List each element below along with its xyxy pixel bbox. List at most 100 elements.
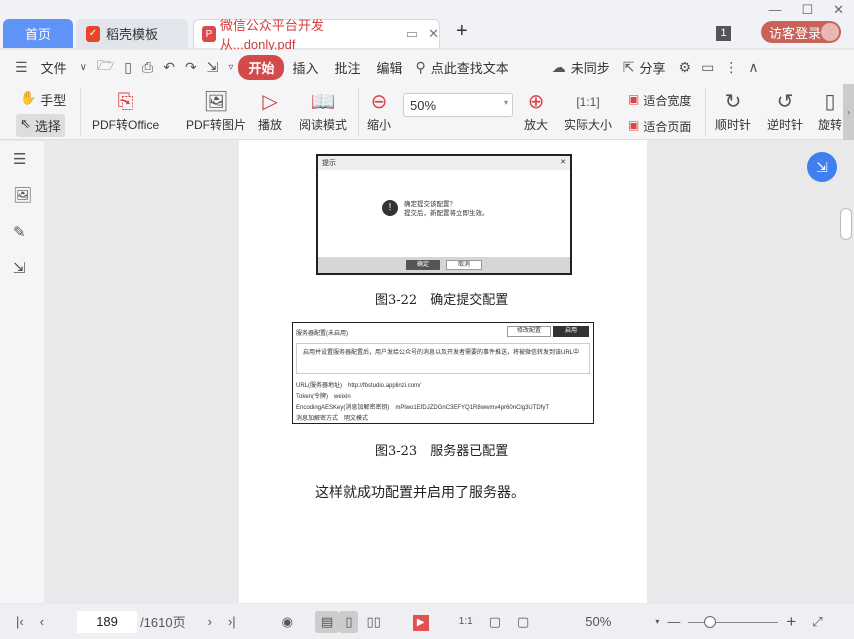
chevron-down-icon[interactable]: ∨ [75, 62, 92, 73]
select-tool[interactable]: ⇖ 选择 [16, 114, 65, 137]
play-button[interactable]: ▷ 播放 [258, 88, 282, 133]
ribbon-toolbar: ✋ 手型 ⇖ 选择 ⎘ PDF转Office 🖼 PDF转图片 ▷ 播放 📖 阅读模式 ⊖ 缩… [0, 84, 854, 140]
fit-page-icon: ▣ [628, 118, 640, 132]
comment-icon[interactable]: ▭ [696, 59, 719, 76]
zoom-out-button[interactable]: ⊖ 缩小 [367, 88, 391, 133]
hamburger-icon[interactable]: ☰ [10, 59, 33, 76]
pin-icon[interactable]: ▭ [406, 26, 418, 42]
play-icon: ▷ [262, 91, 278, 113]
tab-document[interactable]: P 微信公众平台开发从...donly.pdf ▭ ✕ [193, 18, 440, 52]
ribbon-scroll-right[interactable]: › [843, 84, 854, 140]
eye-protect-icon[interactable]: ◉ [274, 614, 301, 630]
fit-width-icon[interactable]: ▢ [509, 614, 537, 630]
collapse-icon[interactable]: ∧ [743, 59, 763, 76]
tab-label: 微信公众平台开发从...donly.pdf [219, 18, 324, 52]
continuous-view-icon[interactable]: ▤ [315, 610, 340, 633]
prev-page-icon[interactable]: ‹ [32, 614, 52, 629]
sync-status[interactable]: 未同步 [571, 58, 618, 77]
play-slideshow-icon[interactable]: ▶ [412, 614, 429, 631]
tab-insert[interactable]: 插入 [284, 58, 326, 77]
tab-template[interactable]: ✓ 稻壳模板 [76, 19, 188, 48]
export-icon[interactable]: ⇲ [202, 59, 224, 76]
share-button[interactable]: 分享 [640, 58, 674, 77]
zoom-in-button[interactable]: ⊕ 放大 [524, 88, 548, 133]
more-icon[interactable]: ⋮ [719, 59, 743, 76]
read-mode-button[interactable]: 📖 阅读模式 [299, 88, 347, 133]
tab-home[interactable]: 首页 [3, 19, 73, 48]
login-button[interactable]: 访客登录 [761, 21, 841, 43]
server-title: 服务器配置(未启用) [296, 331, 348, 337]
export-pdf-icon[interactable]: ⇲ [13, 259, 26, 277]
label: 逆时针 [767, 118, 804, 132]
zoom-slider[interactable] [688, 615, 779, 629]
search-icon[interactable]: ⚲ [411, 59, 431, 76]
fit-width-button[interactable]: ▣ 适合宽度 [628, 92, 691, 109]
pdf-to-office-button[interactable]: ⎘ PDF转Office [92, 88, 159, 133]
fullscreen-icon[interactable]: ⤢ [804, 614, 830, 630]
cloud-icon[interactable]: ☁ [547, 59, 571, 76]
fit-page-icon[interactable]: ▢ [481, 614, 509, 630]
first-page-icon[interactable]: |‹ [8, 614, 32, 629]
thumbnail-icon[interactable]: 🖼 [13, 186, 32, 204]
window-controls: — ☐ ✕ [768, 2, 844, 18]
maximize-button[interactable]: ☐ [801, 2, 813, 18]
close-window-button[interactable]: ✕ [833, 2, 844, 18]
fit-page-button[interactable]: ▣ 适合页面 [628, 118, 691, 135]
single-page-icon[interactable]: ▯ [339, 610, 359, 633]
last-page-icon[interactable]: ›| [220, 614, 244, 629]
rotate-clockwise-button[interactable]: ↻ 顺时针 [715, 88, 751, 133]
settings-icon[interactable]: ⚙ [674, 59, 697, 76]
pdf-icon: P [202, 26, 216, 42]
image-icon: 🖼 [203, 91, 229, 113]
hand-tool[interactable]: ✋ 手型 [20, 90, 66, 109]
close-tab-icon[interactable]: ✕ [428, 26, 439, 42]
window-count-badge[interactable]: 1 [716, 26, 731, 41]
tab-start[interactable]: 开始 [238, 54, 285, 80]
actual-size-icon: [1:1] [576, 95, 600, 109]
zoom-out-icon[interactable]: — [659, 614, 688, 629]
new-tab-button[interactable]: + [456, 20, 468, 43]
vertical-scrollbar[interactable] [840, 208, 852, 240]
rotate-cw-icon: ↻ [724, 91, 742, 113]
undo-icon[interactable]: ↶ [158, 59, 180, 76]
tab-edit[interactable]: 编辑 [368, 58, 410, 77]
pdf-to-image-button[interactable]: 🖼 PDF转图片 [186, 88, 246, 133]
redo-icon[interactable]: ↷ [180, 59, 202, 76]
rotate-ccw-icon: ↺ [776, 91, 794, 113]
modify-button-image: 修改配置 [507, 326, 551, 337]
tab-label: 首页 [24, 27, 51, 42]
question: 确定提交该配置？ [404, 201, 456, 208]
page-number-input[interactable]: 189 [77, 610, 138, 633]
figure-caption: 图3-23 服务器已配置 [375, 444, 509, 459]
print-icon[interactable]: ⎙ [137, 59, 158, 76]
annotation-icon[interactable]: ✎ [13, 223, 26, 241]
label: 缩小 [367, 118, 392, 132]
menu-file[interactable]: 文件 [33, 58, 75, 77]
zoom-select[interactable]: 50% ▾ [403, 93, 513, 117]
zoom-level[interactable]: 50% [585, 614, 611, 629]
zoom-slider-knob[interactable] [703, 615, 716, 628]
save-icon[interactable]: ▯ [119, 59, 137, 76]
tab-bar: 首页 ✓ 稻壳模板 P 微信公众平台开发从...donly.pdf ▭ ✕ + 1 访客… [0, 0, 854, 52]
more-dropdown-icon[interactable]: ▿ [223, 62, 238, 73]
floating-convert-button[interactable]: ⇲ [807, 152, 837, 182]
rotate-counter-button[interactable]: ↺ 逆时针 [767, 88, 803, 133]
outline-icon[interactable]: ☰ [13, 150, 26, 168]
rotate-button[interactable]: ▯ 旋转 [818, 88, 842, 133]
actual-size-icon[interactable]: 1:1 [451, 616, 481, 627]
open-icon[interactable]: 🗁 [92, 55, 119, 79]
ok-button-image: 确定 [406, 260, 440, 270]
next-page-icon[interactable]: › [200, 614, 220, 629]
zoom-out-icon: ⊖ [370, 91, 388, 113]
actual-size-button[interactable]: [1:1] 实际大小 [564, 88, 612, 133]
search-text-button[interactable]: 点此查找文本 [431, 58, 517, 77]
avatar [821, 23, 839, 41]
share-icon[interactable]: ⇱ [618, 59, 640, 76]
figure-server-config-screenshot: 服务器配置(未启用) 修改配置 启用 启用并设置服务器配置后，用户发给公众号的消… [292, 322, 594, 424]
zoom-in-icon[interactable]: + [778, 612, 804, 632]
label: 旋转 [818, 118, 843, 132]
label: 实际大小 [564, 118, 613, 132]
two-page-icon[interactable]: ▯▯ [358, 614, 388, 630]
tab-annotate[interactable]: 批注 [326, 58, 368, 77]
minimize-button[interactable]: — [768, 2, 781, 18]
